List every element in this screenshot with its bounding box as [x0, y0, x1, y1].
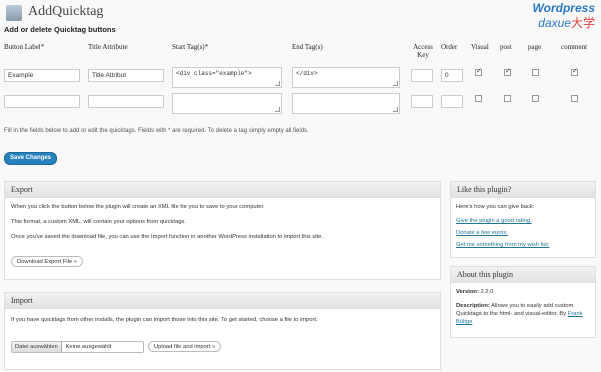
access-key-header: Access Key: [413, 43, 433, 59]
end-tag-textarea[interactable]: </div>: [292, 67, 400, 88]
version-label: Version:: [456, 289, 479, 295]
file-chooser: Datei auswählen Keine ausgewählt: [11, 341, 144, 353]
table-row: Example Title Attribut <div class="examp…: [4, 67, 591, 93]
export-box: Export When you click the button below t…: [4, 181, 441, 280]
col-visual: Visual: [471, 43, 489, 51]
start-tag-textarea[interactable]: [172, 93, 282, 114]
version-value: 2.2.0: [480, 289, 494, 295]
title-attribute-input[interactable]: Title Attribut: [88, 69, 164, 82]
col-page: page: [528, 43, 542, 51]
description-text: Description: Allows you to easily add cu…: [456, 302, 592, 326]
page-checkbox[interactable]: [532, 69, 539, 76]
version-line: Version: 2.2.0: [456, 289, 493, 295]
file-status: Keine ausgewählt: [65, 344, 112, 350]
plugin-icon: [6, 5, 22, 21]
download-export-button[interactable]: Download Export File »: [11, 256, 83, 267]
button-label-input[interactable]: [4, 95, 80, 108]
upload-import-button[interactable]: Upload file and import »: [148, 341, 222, 352]
quicktag-table: Button Label* Title Attribute Start Tag(…: [4, 43, 591, 119]
choose-file-button[interactable]: Datei auswählen: [12, 342, 62, 352]
rate-plugin-link[interactable]: Give the plugin a good rating.: [456, 218, 532, 224]
import-text: If you have quicktags from other install…: [11, 317, 318, 323]
post-checkbox[interactable]: [504, 67, 511, 76]
page-title: AddQuicktag: [28, 4, 104, 19]
order-input[interactable]: [441, 95, 463, 108]
comment-checkbox[interactable]: [571, 67, 578, 76]
access-key-input[interactable]: [411, 95, 433, 108]
title-attribute-input[interactable]: [88, 95, 164, 108]
table-row: [4, 93, 591, 119]
wishlist-link[interactable]: Get me something from my wish list.: [456, 242, 549, 248]
watermark-line2: daxue: [538, 16, 571, 30]
watermark-logo: Wordpress daxue大学: [533, 2, 595, 32]
button-label-input[interactable]: Example: [4, 69, 80, 82]
export-text-3: Once you've saved the download file, you…: [11, 234, 323, 240]
table-header-row: Button Label* Title Attribute Start Tag(…: [4, 43, 591, 67]
about-title: About this plugin: [451, 267, 595, 283]
start-tag-textarea[interactable]: <div class="example">: [172, 67, 282, 88]
col-start-tags: Start Tag(s)*: [172, 43, 209, 51]
col-comment: comment: [561, 43, 588, 51]
post-checkbox[interactable]: [504, 95, 511, 102]
like-title: Like this plugin?: [451, 182, 595, 198]
like-intro: Here's how you can give back:: [456, 204, 535, 210]
visual-checkbox[interactable]: [475, 95, 482, 102]
watermark-line1: Wordpress: [532, 1, 595, 15]
about-plugin-box: About this plugin Version: 2.2.0 Descrip…: [450, 266, 596, 338]
like-plugin-box: Like this plugin? Here's how you can giv…: [450, 181, 596, 258]
visual-checkbox[interactable]: [475, 67, 482, 76]
save-changes-button[interactable]: Save Changes: [4, 152, 58, 165]
access-key-input[interactable]: [411, 69, 433, 82]
section-title: Add or delete Quicktag buttons: [4, 25, 116, 34]
import-title: Import: [5, 293, 440, 309]
order-input[interactable]: 0: [441, 69, 463, 82]
export-text-2: This format, a custom XML, will contain …: [11, 219, 186, 225]
import-box: Import If you have quicktags from other …: [4, 292, 441, 370]
col-end-tags: End Tag(s): [292, 43, 323, 51]
col-title-attribute: Title Attribute: [88, 43, 128, 51]
instructions-text: Fill in the fields below to add or edit …: [4, 128, 309, 134]
col-post: post: [500, 43, 512, 51]
export-text-1: When you click the button below the plug…: [11, 204, 265, 210]
col-order: Order: [441, 43, 458, 51]
col-access-key: Access Key: [411, 43, 441, 67]
end-tag-textarea[interactable]: [292, 93, 400, 114]
page-checkbox[interactable]: [532, 95, 539, 102]
export-title: Export: [5, 182, 440, 198]
description-label: Description:: [456, 303, 490, 309]
donate-link[interactable]: Donate a few euros.: [456, 230, 508, 236]
watermark-cn: 大学: [570, 16, 595, 30]
comment-checkbox[interactable]: [571, 95, 578, 102]
col-button-label: Button Label*: [4, 43, 45, 51]
